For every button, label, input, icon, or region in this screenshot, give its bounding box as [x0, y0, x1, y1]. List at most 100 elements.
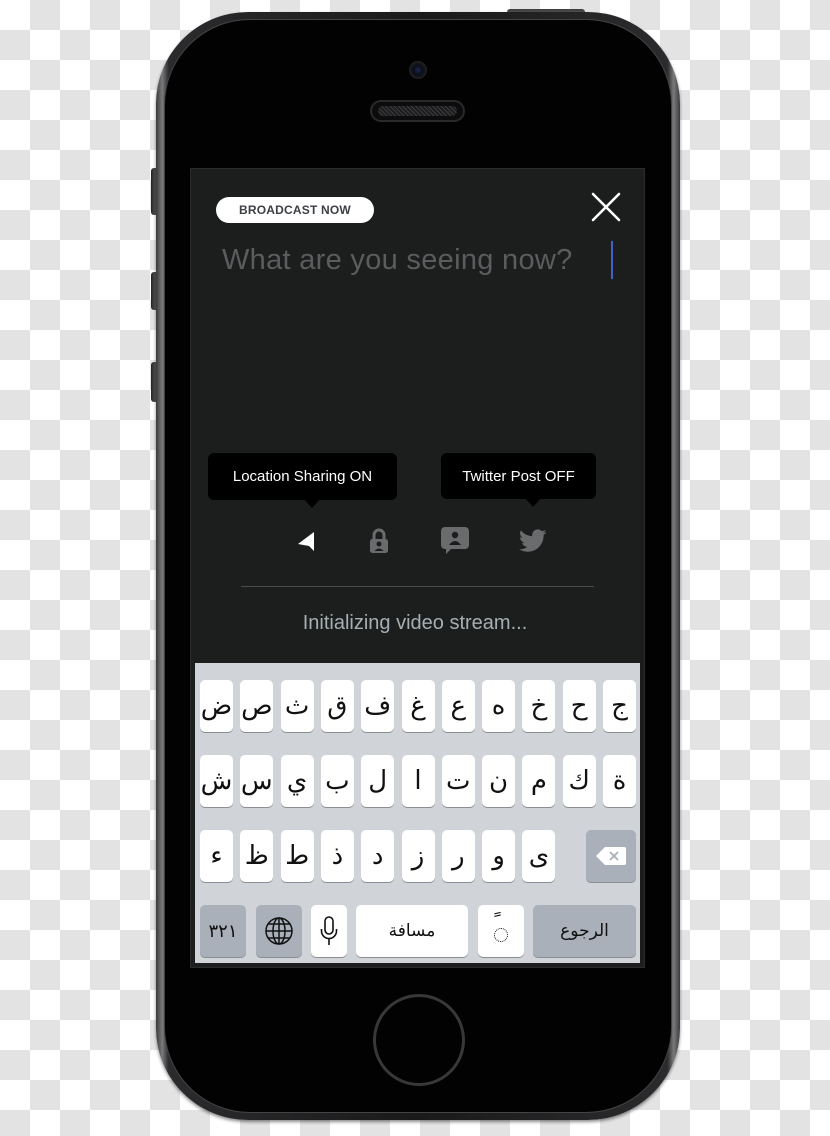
broadcast-now-badge: BROADCAST NOW [216, 197, 374, 223]
lock-icon [370, 528, 388, 553]
letter-key-label: ع [450, 691, 467, 721]
letter-key-label: خ [530, 691, 548, 721]
letter-key[interactable]: ا [401, 755, 435, 807]
twitter-bird-icon [519, 529, 547, 552]
letter-key[interactable]: ح [562, 680, 596, 732]
letter-key-label: ف [364, 691, 392, 721]
letter-key-label: س [240, 766, 273, 796]
letter-key[interactable]: ت [441, 755, 475, 807]
letter-key[interactable]: ث [280, 680, 314, 732]
letter-key-label: م [530, 766, 547, 796]
letter-key-label: ه [491, 691, 506, 721]
close-icon [591, 192, 621, 222]
space-key-label: مسافة [388, 921, 436, 941]
microphone-icon [320, 916, 338, 945]
location-sharing-tooltip-text: Location Sharing ON [232, 468, 373, 485]
letter-key-label: ن [489, 766, 509, 796]
letter-key[interactable]: ه [482, 680, 516, 732]
letter-key-label: ج [611, 691, 628, 721]
return-key-label: الرجوع [560, 921, 609, 941]
private-toggle-button[interactable] [363, 525, 395, 557]
location-sharing-tooltip: Location Sharing ON [208, 453, 397, 508]
letter-key[interactable]: غ [401, 680, 435, 732]
home-button[interactable] [373, 994, 465, 1086]
letter-key[interactable]: و [482, 830, 516, 882]
letter-key[interactable]: ز [401, 830, 435, 882]
diacritic-key[interactable]: ً [478, 905, 524, 957]
letter-key[interactable]: س [240, 755, 274, 807]
letter-key[interactable]: ف [361, 680, 395, 732]
letter-key-label: ت [446, 766, 471, 796]
letter-key[interactable]: ط [280, 830, 314, 882]
letter-key-label: ى [528, 841, 550, 871]
letter-key-label: د [371, 841, 384, 871]
letter-key[interactable]: د [361, 830, 395, 882]
letter-key[interactable]: ض [200, 680, 233, 732]
letter-key-label: ة [612, 766, 627, 796]
globe-icon [265, 917, 293, 945]
letter-key-label: ث [284, 691, 310, 721]
letter-key-label: ء [210, 841, 223, 871]
dictation-key[interactable] [311, 905, 347, 957]
earpiece-speaker [370, 100, 465, 122]
twitter-post-tooltip-text: Twitter Post OFF [462, 467, 575, 485]
broadcast-title-input[interactable] [222, 240, 617, 280]
letter-key[interactable]: ك [562, 755, 596, 807]
backspace-icon [596, 847, 626, 865]
letter-key[interactable]: ش [200, 755, 233, 807]
globe-key[interactable] [256, 905, 302, 957]
letter-key[interactable]: خ [522, 680, 556, 732]
letter-key-label: ا [414, 766, 422, 796]
letter-key[interactable]: ظ [240, 830, 274, 882]
letter-key-label: ض [200, 691, 233, 721]
return-key[interactable]: الرجوع [533, 905, 636, 957]
stream-status-text: Initializing video stream... [302, 612, 528, 634]
letter-key-label: ب [325, 766, 350, 796]
letter-key-label: ح [570, 691, 588, 721]
letter-key-label: ش [200, 766, 233, 796]
letter-key[interactable]: ب [320, 755, 354, 807]
chat-toggle-button[interactable] [439, 524, 471, 556]
letter-key-label: ص [241, 691, 273, 721]
letter-key-label: غ [410, 691, 426, 721]
text-cursor [611, 241, 613, 279]
front-camera [409, 61, 427, 79]
letter-key-label: ل [368, 766, 388, 796]
letter-key[interactable]: ص [240, 680, 274, 732]
space-key[interactable]: مسافة [356, 905, 468, 957]
divider [241, 586, 594, 587]
twitter-toggle-button[interactable] [517, 525, 549, 557]
numbers-key-label: ٣٢١ [208, 920, 238, 942]
letter-key[interactable]: ى [522, 830, 556, 882]
letter-key[interactable]: ي [280, 755, 314, 807]
location-arrow-icon [298, 532, 314, 551]
letter-key[interactable]: ة [603, 755, 636, 807]
location-toggle-button[interactable] [290, 525, 322, 557]
chat-user-icon [441, 527, 469, 554]
letter-key[interactable]: ج [603, 680, 636, 732]
letter-key-label: ظ [244, 841, 269, 871]
letter-key-label: ق [327, 691, 348, 721]
letter-key-label: ك [568, 766, 590, 796]
letter-key[interactable]: م [522, 755, 556, 807]
close-button[interactable] [590, 191, 622, 223]
arabic-keyboard: ٣٢١ مسافة ً الرجوع ضصثقفغعهخحج [195, 663, 640, 963]
letter-key-label: ط [285, 841, 310, 871]
letter-key[interactable]: ع [441, 680, 475, 732]
letter-key[interactable]: ر [441, 830, 475, 882]
letter-key[interactable]: ق [320, 680, 354, 732]
letter-key-label: و [492, 841, 505, 871]
letter-key[interactable]: ن [482, 755, 516, 807]
letter-key[interactable]: ء [200, 830, 233, 882]
letter-key-label: ذ [331, 841, 344, 871]
broadcast-now-label: BROADCAST NOW [239, 203, 351, 217]
letter-key[interactable]: ذ [320, 830, 354, 882]
twitter-post-tooltip: Twitter Post OFF [441, 453, 596, 507]
letter-key-label: ي [286, 766, 308, 796]
diacritic-dotted-circle [494, 928, 508, 942]
numbers-key[interactable]: ٣٢١ [200, 905, 246, 957]
backspace-key[interactable] [586, 830, 636, 882]
letter-key-label: ز [411, 841, 425, 871]
letter-key-label: ر [452, 841, 465, 871]
letter-key[interactable]: ل [361, 755, 395, 807]
